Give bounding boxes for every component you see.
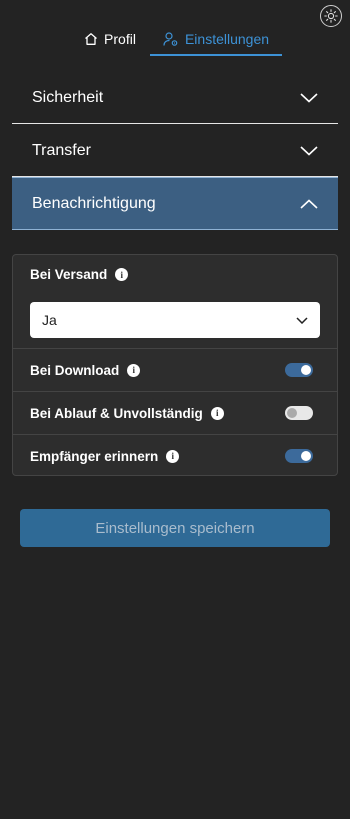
bei-versand-select[interactable]: Ja — [30, 302, 320, 338]
accordion-transfer[interactable]: Transfer — [12, 125, 338, 177]
tab-bar: Profil Einstellungen — [0, 22, 350, 56]
accordion-benachrichtigung-label: Benachrichtigung — [32, 194, 156, 212]
info-icon[interactable]: i — [166, 449, 180, 463]
bei-download-text: Bei Download — [30, 362, 120, 378]
bei-download-label: Bei Download i — [30, 362, 141, 378]
home-icon — [85, 33, 97, 45]
chevron-down-icon — [300, 92, 318, 103]
tab-einstellungen-label: Einstellungen — [184, 31, 270, 47]
accordion-sicherheit-label: Sicherheit — [32, 88, 104, 106]
save-settings-button[interactable]: Einstellungen speichern — [20, 509, 330, 547]
user-settings-icon — [163, 32, 178, 46]
bei-versand-value: Ja — [42, 312, 57, 328]
accordion-benachrichtigung[interactable]: Benachrichtigung — [12, 177, 338, 230]
sun-icon — [324, 9, 338, 23]
setting-row-bei-download: Bei Download i — [13, 348, 337, 391]
bei-ablauf-text: Bei Ablauf & Unvollständig — [30, 405, 203, 421]
tab-profil[interactable]: Profil — [78, 22, 142, 56]
bei-download-toggle[interactable] — [285, 363, 313, 377]
bei-versand-label: Bei Versand i — [30, 267, 129, 282]
setting-row-empfaenger-erinnern: Empfänger erinnern i — [13, 434, 337, 477]
setting-row-bei-ablauf: Bei Ablauf & Unvollständig i — [13, 391, 337, 434]
bei-versand-text: Bei Versand — [30, 267, 108, 282]
info-icon[interactable]: i — [210, 406, 224, 420]
notification-settings-panel: Bei Versand i Ja Bei Download i Bei Abla… — [12, 254, 338, 476]
accordion-transfer-label: Transfer — [32, 141, 91, 159]
empfaenger-erinnern-toggle[interactable] — [285, 449, 313, 463]
info-icon[interactable]: i — [115, 268, 129, 281]
bei-ablauf-label: Bei Ablauf & Unvollständig i — [30, 406, 224, 421]
empfaenger-erinnern-label: Empfänger erinnern i — [30, 448, 180, 464]
bei-ablauf-toggle[interactable] — [285, 406, 313, 420]
tab-einstellungen[interactable]: Einstellungen — [150, 22, 282, 56]
info-icon[interactable]: i — [127, 363, 141, 377]
accordion-sicherheit[interactable]: Sicherheit — [12, 72, 338, 124]
chevron-down-icon — [296, 316, 308, 324]
tab-profil-label: Profil — [104, 31, 136, 47]
chevron-down-icon — [300, 145, 318, 156]
empfaenger-erinnern-text: Empfänger erinnern — [30, 448, 159, 464]
chevron-up-icon — [300, 198, 318, 209]
